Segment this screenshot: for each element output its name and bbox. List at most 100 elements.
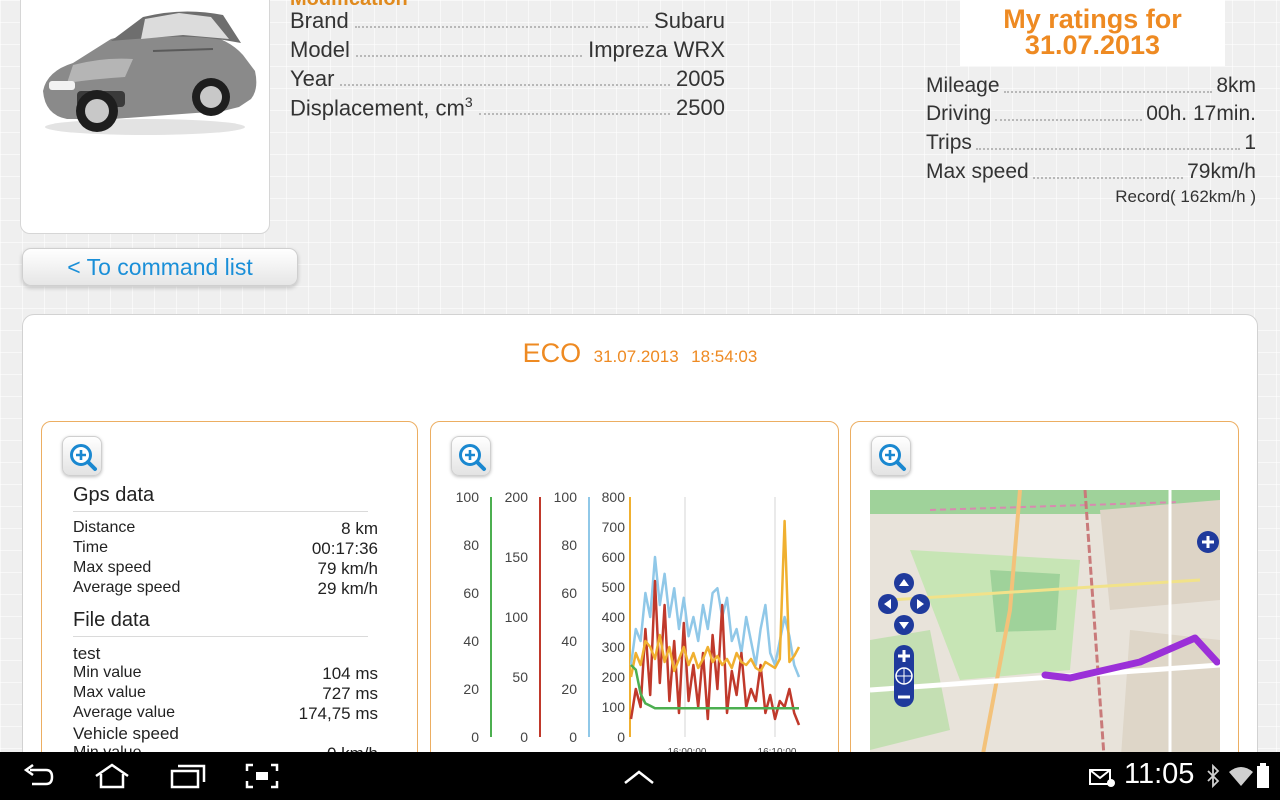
wifi-icon: [1229, 767, 1253, 786]
eco-time: 18:54:03: [691, 347, 758, 366]
spec-label: Year: [290, 66, 335, 91]
tick-label: 0: [471, 729, 479, 745]
command-list-button[interactable]: < To command list: [22, 248, 298, 286]
route-map[interactable]: [870, 490, 1220, 752]
tick-label: 200: [602, 669, 626, 685]
tick-label: 0: [617, 729, 625, 745]
tick-label: 60: [561, 585, 577, 601]
spec-row-brand: Brand Subaru: [290, 6, 725, 34]
dotted-leader: [975, 148, 1241, 150]
spec-row-year: Year 2005: [290, 64, 725, 92]
tick-label: 20: [561, 681, 577, 697]
tick-label: 300: [602, 639, 626, 655]
eco-panel: ECO 31.07.2013 18:54:03 Gps data Distanc…: [22, 314, 1258, 752]
dotted-leader: [1003, 91, 1213, 93]
file-section-title: File data: [73, 609, 368, 637]
spec-label: Model: [290, 37, 350, 62]
map-card: [850, 421, 1239, 752]
tick-label: 800: [602, 489, 626, 505]
ratings-title: My ratings for 31.07.2013: [960, 0, 1225, 66]
ratings-title-date: 31.07.2013: [1024, 30, 1161, 60]
dotted-leader: [1032, 177, 1184, 179]
spec-label: Brand: [290, 8, 349, 33]
rating-value: 1: [1244, 131, 1256, 154]
spec-row-model: Model Impreza WRX: [290, 35, 725, 63]
clock: 11:05: [1124, 758, 1195, 790]
dotted-leader: [995, 119, 1143, 121]
row-label: Max speed: [73, 559, 152, 576]
tick-label: 20: [463, 681, 479, 697]
eco-date: 31.07.2013: [593, 347, 679, 366]
gps-section-title: Gps data: [73, 484, 368, 512]
tick-label: 600: [602, 549, 626, 565]
vehicle-speed-title: Vehicle speed: [73, 724, 179, 743]
spec-value: 2005: [676, 66, 725, 91]
tick-label: 150: [505, 549, 529, 565]
bluetooth-icon: [1207, 764, 1220, 789]
rating-row-trips: Trips 1: [926, 129, 1256, 155]
tick-label: 100: [456, 489, 480, 505]
eco-chart[interactable]: 1008060402002001501005001008060402008007…: [431, 422, 839, 752]
spec-label-superscript: 3: [464, 93, 473, 110]
file-name: test: [73, 644, 101, 663]
row-value: 0 km/h: [327, 744, 378, 752]
file-row-average: Average value 174,75 ms: [73, 704, 378, 724]
rating-row-mileage: Mileage 8km: [926, 72, 1256, 98]
map-layers-icon[interactable]: [1197, 531, 1219, 553]
row-value: 174,75 ms: [298, 704, 378, 723]
eco-title: ECO 31.07.2013 18:54:03: [23, 338, 1257, 369]
rating-row-max-speed: Max speed 79km/h: [926, 158, 1256, 184]
chevron-up-icon[interactable]: [622, 768, 656, 786]
row-label: Time: [73, 539, 108, 556]
eco-title-text: ECO: [522, 338, 582, 368]
tick-label: 0: [520, 729, 528, 745]
tick-label: 100: [505, 609, 529, 625]
battery-icon: [1257, 763, 1269, 788]
chart-card: 100 80 60 40 20 0 200 150 100 50 0 100 80 60 40 20 0 800 7…: [430, 421, 839, 752]
row-value: 727 ms: [322, 684, 378, 703]
zoom-button[interactable]: [62, 436, 102, 476]
row-value: 8 km: [341, 519, 378, 538]
ratings-title-line1: My ratings for: [1003, 4, 1182, 34]
system-navigation-bar: 11:05: [0, 752, 1280, 800]
tick-label: 80: [463, 537, 479, 553]
row-label: Min value: [73, 664, 142, 681]
tick-label: 400: [602, 609, 626, 625]
rating-label: Trips: [926, 131, 972, 154]
rating-value: 79km/h: [1187, 160, 1256, 183]
tick-label: 100: [602, 699, 626, 715]
rating-value: 8km: [1216, 74, 1256, 97]
row-label: Average speed: [73, 579, 181, 596]
spec-value: Subaru: [654, 8, 725, 33]
file-row-min: Min value 104 ms: [73, 664, 378, 684]
car-photo: [43, 11, 257, 135]
car-photo-card: [20, 0, 270, 234]
rating-label: Driving: [926, 102, 992, 125]
recent-apps-icon[interactable]: [168, 762, 208, 790]
gps-row-max-speed: Max speed 79 km/h: [73, 559, 378, 579]
rating-row-driving: Driving 00h. 17min.: [926, 100, 1256, 126]
row-label: Max value: [73, 684, 146, 701]
spec-value: Impreza WRX: [588, 37, 725, 62]
rating-label: Max speed: [926, 160, 1029, 183]
rating-value: 00h. 17min.: [1146, 102, 1256, 125]
tick-label: 50: [512, 669, 528, 685]
tick-label: 500: [602, 579, 626, 595]
map-zoom-control[interactable]: [894, 645, 914, 707]
spec-row-displacement: Displacement, cm3 2500: [290, 93, 725, 121]
file-row-max: Max value 727 ms: [73, 684, 378, 704]
row-value: 00:17:36: [311, 539, 378, 558]
screenshot-icon[interactable]: [244, 762, 280, 790]
row-label: Distance: [73, 519, 136, 536]
zoom-button[interactable]: [871, 436, 911, 476]
tick-label: 40: [561, 633, 577, 649]
tick-label: 100: [554, 489, 578, 505]
row-value: 29 km/h: [317, 579, 378, 598]
back-icon[interactable]: [22, 762, 56, 790]
home-icon[interactable]: [92, 762, 132, 790]
gps-row-time: Time 00:17:36: [73, 539, 378, 559]
tick-label: 700: [602, 519, 626, 535]
dotted-leader: [478, 113, 671, 115]
zoom-in-icon: [70, 444, 97, 471]
spec-value: 2500: [676, 95, 725, 120]
